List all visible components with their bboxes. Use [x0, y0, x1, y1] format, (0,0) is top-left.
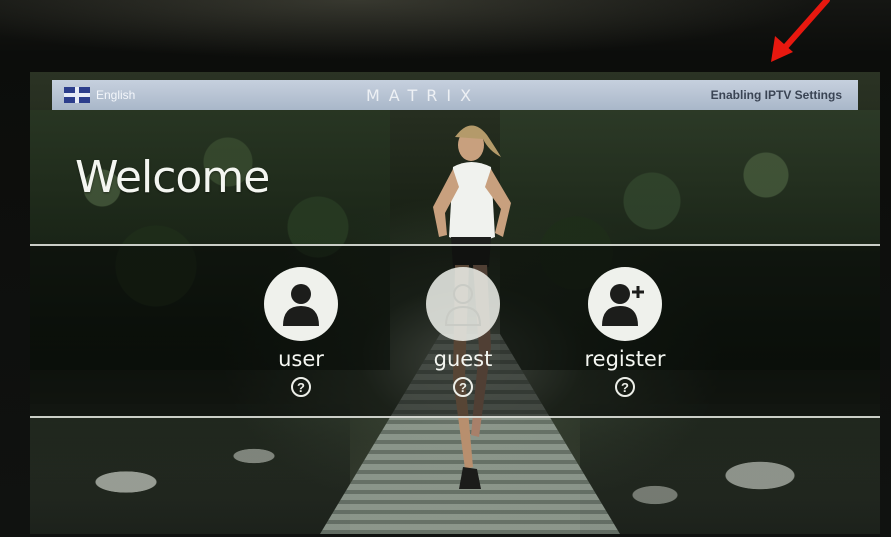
language-label: English — [96, 88, 136, 102]
background-ground-right — [580, 404, 880, 534]
header-bar: English MATRIX Enabling IPTV Settings — [52, 80, 858, 110]
welcome-title: Welcome — [75, 152, 270, 203]
annotation-arrow-icon — [771, 0, 830, 62]
user-avatar[interactable] — [264, 267, 338, 341]
person-add-icon — [602, 284, 644, 326]
profile-register[interactable]: register ? — [570, 267, 680, 397]
background-ground-left — [30, 404, 350, 534]
uk-flag-icon — [64, 87, 90, 103]
person-outline-icon — [444, 284, 482, 326]
profile-label-user: user — [278, 347, 324, 371]
help-icon[interactable]: ? — [453, 377, 473, 397]
brand-logo: MATRIX — [365, 85, 481, 105]
photo-frame: English MATRIX Enabling IPTV Settings We… — [0, 0, 891, 537]
guest-avatar[interactable] — [426, 267, 500, 341]
iptv-settings-link[interactable]: Enabling IPTV Settings — [711, 88, 842, 102]
person-icon — [283, 284, 319, 326]
language-selector[interactable]: English — [64, 87, 135, 103]
profile-guest[interactable]: guest ? — [408, 267, 518, 397]
help-icon[interactable]: ? — [291, 377, 311, 397]
help-icon[interactable]: ? — [615, 377, 635, 397]
profile-label-register: register — [584, 347, 666, 371]
profile-user[interactable]: user ? — [246, 267, 356, 397]
profile-selector: user ? guest ? register ? — [30, 267, 880, 407]
register-avatar[interactable] — [588, 267, 662, 341]
touch-screen: English MATRIX Enabling IPTV Settings We… — [30, 72, 880, 534]
profile-label-guest: guest — [433, 347, 493, 371]
